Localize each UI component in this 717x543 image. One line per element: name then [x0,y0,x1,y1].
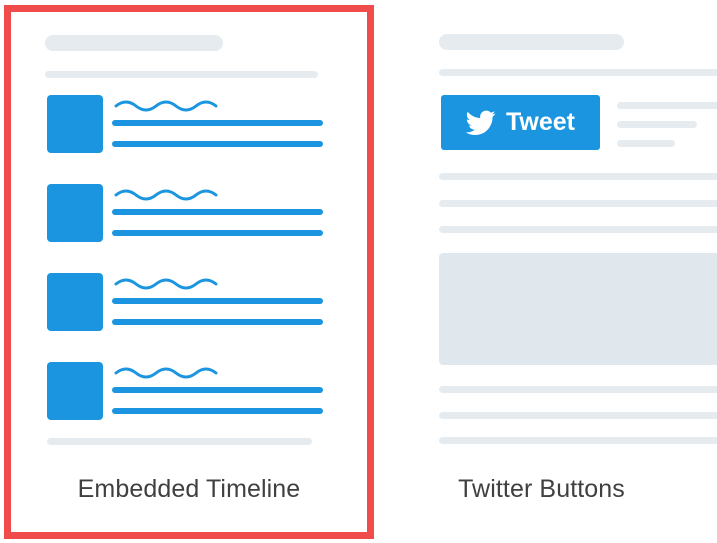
tweet-button-label: Tweet [506,108,575,136]
option-embedded-timeline[interactable]: Embedded Timeline [4,5,374,539]
timeline-header-placeholder [45,35,223,51]
squiggle-icon [114,278,218,290]
buttons-subheader-placeholder [439,69,717,76]
option-caption: Twitter Buttons [458,475,625,503]
tweet-meta-placeholder [617,102,717,109]
tweet-meta-placeholder [617,121,697,128]
squiggle-icon [114,367,218,379]
tweet-text-line [112,298,323,304]
content-line-placeholder [439,173,717,180]
tweet-avatar [47,184,103,242]
content-line-placeholder [439,200,717,207]
tweet-avatar [47,95,103,153]
content-line-placeholder [439,226,717,233]
content-line-placeholder [439,412,717,419]
tweet-avatar [47,273,103,331]
tweet-meta-placeholder [617,140,675,147]
tweet-text-line [112,408,323,414]
timeline-footer-placeholder [47,438,312,445]
tweet-text-line [112,230,323,236]
media-placeholder [439,253,717,365]
content-line-placeholder [439,437,717,444]
tweet-text-line [112,141,323,147]
widget-type-picker: Embedded Timeline Tweet Twitter Buttons [0,0,717,543]
tweet-avatar [47,362,103,420]
tweet-text-line [112,209,323,215]
tweet-text-line [112,319,323,325]
tweet-text-line [112,120,323,126]
tweet-text-line [112,387,323,393]
squiggle-icon [114,189,218,201]
timeline-subheader-placeholder [45,71,318,78]
squiggle-icon [114,100,218,112]
option-twitter-buttons[interactable]: Tweet Twitter Buttons [400,5,717,539]
buttons-header-placeholder [439,34,624,50]
tweet-button-preview: Tweet [441,95,600,150]
content-line-placeholder [439,386,717,393]
twitter-bird-icon [466,110,496,135]
option-caption: Embedded Timeline [77,475,301,503]
